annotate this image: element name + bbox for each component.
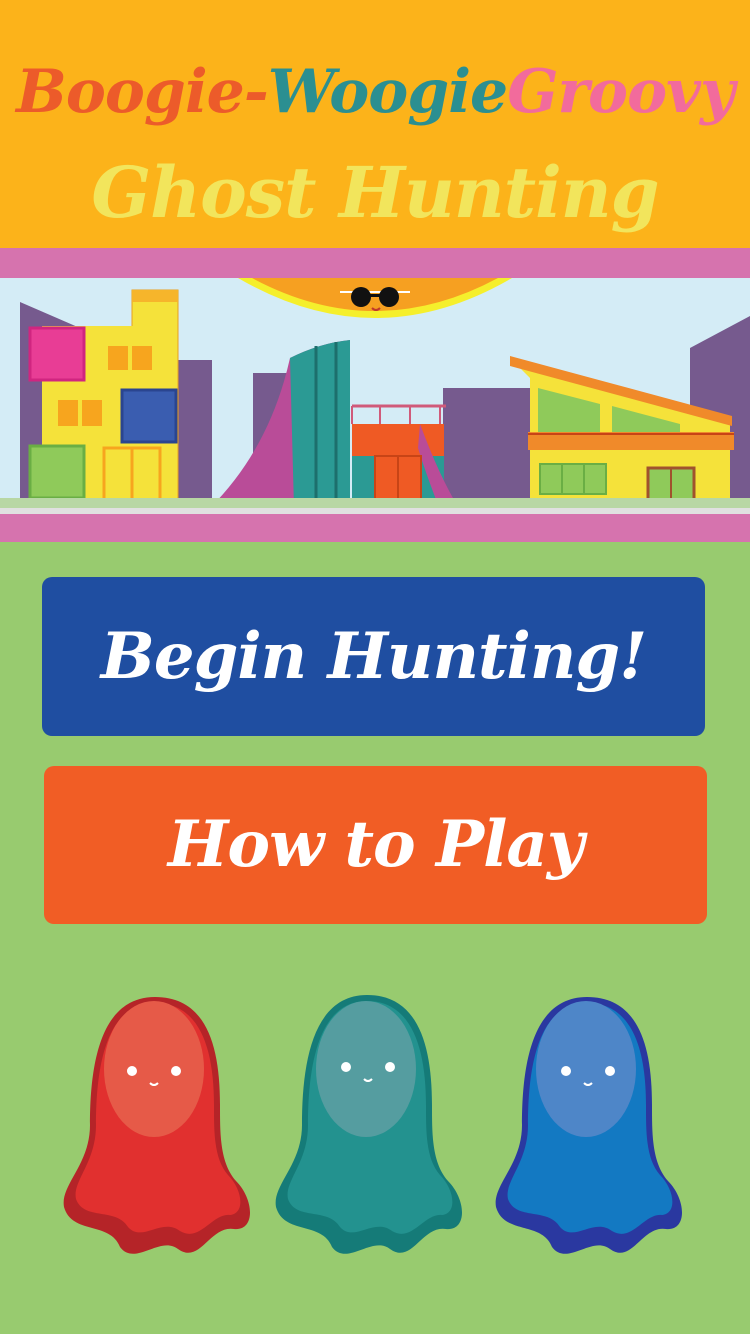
title-banner: Boogie-Woogie Groovy Ghost Hunting <box>0 0 750 248</box>
title-word-boogie: Boogie- <box>16 57 269 127</box>
begin-hunting-button[interactable]: Begin Hunting! <box>42 577 705 736</box>
red-ghost-icon <box>63 997 250 1254</box>
title-word-woogie: Woogie <box>267 57 508 127</box>
game-title-line-2: Ghost Hunting <box>91 151 659 234</box>
city-scene-illustration <box>0 248 750 542</box>
teal-ghost-icon <box>275 995 462 1254</box>
title-word-groovy: Groovy <box>507 57 735 127</box>
how-to-play-button[interactable]: How to Play <box>44 766 707 924</box>
game-title-line-1: Boogie-Woogie Groovy <box>0 52 750 132</box>
blue-ghost-icon <box>495 997 682 1254</box>
